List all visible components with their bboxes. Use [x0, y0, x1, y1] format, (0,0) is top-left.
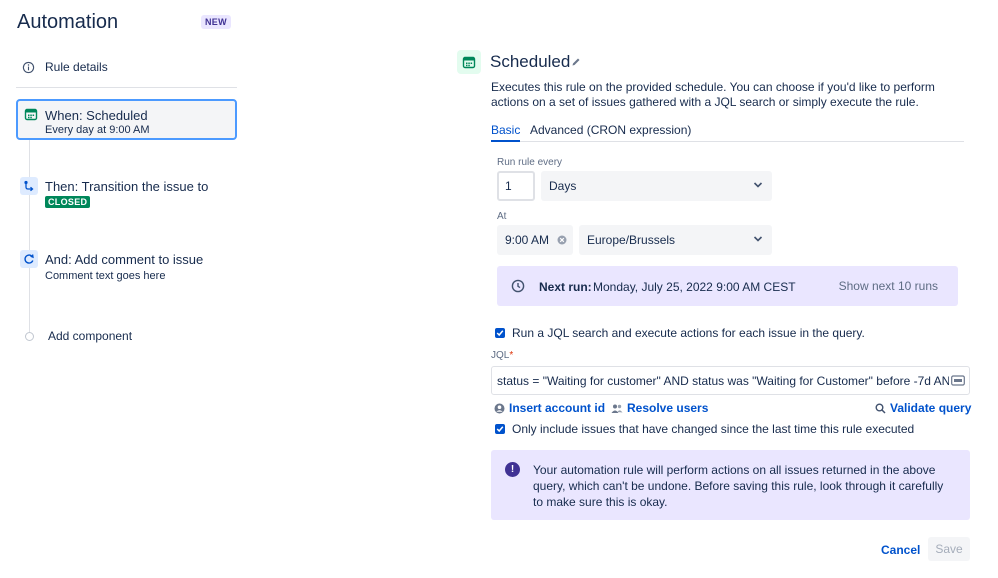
resolve-users-link[interactable]: Resolve users [611, 401, 708, 415]
divider [16, 87, 237, 88]
panel-title: Scheduled [490, 52, 571, 71]
page-title: Automation [17, 11, 119, 33]
rule-details-label: Rule details [45, 60, 108, 74]
insert-account-id-label: Insert account id [509, 401, 606, 415]
comment-title: And: Add comment to issue [45, 252, 204, 267]
timezone-value: Europe/Brussels [587, 233, 676, 247]
tab-bar: Basic Advanced (CRON expression) [491, 123, 964, 142]
cancel-button[interactable]: Cancel [877, 539, 924, 561]
validate-query-link[interactable]: Validate query [875, 401, 971, 415]
trigger-component-card[interactable]: When: Scheduled Every day at 9:00 AM [16, 99, 237, 140]
jql-checkbox[interactable] [495, 328, 505, 338]
tab-basic[interactable]: Basic [491, 123, 521, 142]
run-every-unit-value: Days [549, 179, 577, 193]
comment-subtitle: Comment text goes here [45, 270, 166, 282]
next-run-panel: Next run: Monday, July 25, 2022 9:00 AM … [497, 266, 958, 306]
status-badge: CLOSED [45, 196, 91, 208]
at-label: At [497, 211, 507, 222]
jql-label-text: JQL [491, 350, 510, 361]
run-every-input[interactable]: 1 [497, 171, 535, 201]
chevron-down-icon [753, 236, 763, 242]
clear-icon[interactable] [557, 235, 567, 245]
chevron-down-icon [753, 182, 763, 188]
show-next-runs-button[interactable]: Show next 10 runs [839, 279, 938, 293]
trigger-title: When: Scheduled [45, 108, 148, 123]
transition-icon [20, 177, 38, 195]
warning-text: Your automation rule will perform action… [533, 463, 944, 509]
only-changed-checkbox[interactable] [495, 424, 505, 434]
jql-input[interactable]: status = "Waiting for customer" AND stat… [491, 366, 970, 395]
save-button[interactable]: Save [928, 537, 970, 561]
exclamation-icon: ! [505, 462, 520, 477]
add-dot-icon [25, 331, 34, 341]
insert-account-id-link[interactable]: Insert account id [494, 401, 605, 415]
comment-icon [20, 250, 38, 268]
calendar-icon [24, 108, 38, 121]
rule-details-link[interactable]: Rule details [22, 60, 108, 74]
search-icon [875, 403, 886, 414]
trigger-subtitle: Every day at 9:00 AM [45, 124, 150, 136]
time-value: 9:00 AM [505, 233, 550, 247]
pencil-icon[interactable] [571, 57, 581, 67]
resolve-users-label: Resolve users [627, 401, 709, 415]
tab-advanced[interactable]: Advanced (CRON expression) [530, 123, 691, 142]
users-icon [611, 404, 623, 413]
jql-checkbox-label: Run a JQL search and execute actions for… [512, 326, 865, 340]
run-every-label: Run rule every [497, 157, 563, 168]
run-every-unit-select[interactable]: Days [541, 171, 772, 201]
validate-query-label: Validate query [890, 401, 972, 415]
add-component-label: Add component [48, 329, 133, 343]
new-badge: NEW [201, 15, 231, 29]
only-changed-label: Only include issues that have changed si… [512, 422, 915, 436]
panel-description: Executes this rule on the provided sched… [491, 80, 935, 109]
jql-value: status = "Waiting for customer" AND stat… [497, 374, 970, 388]
timezone-select[interactable]: Europe/Brussels [579, 225, 772, 255]
transition-title: Then: Transition the issue to [45, 179, 209, 194]
warning-panel: ! Your automation rule will perform acti… [491, 450, 970, 520]
jql-field-label: JQL* [491, 350, 513, 361]
clock-icon [511, 279, 525, 293]
time-picker[interactable]: 9:00 AM [497, 225, 573, 255]
add-component-button[interactable]: Add component [25, 329, 132, 343]
next-run-value: Monday, July 25, 2022 9:00 AM CEST [593, 280, 796, 294]
info-icon [22, 61, 35, 73]
check-icon [496, 330, 504, 337]
component-connector-line [29, 140, 30, 332]
next-run-label: Next run: [539, 280, 592, 294]
keyboard-icon[interactable] [949, 373, 969, 389]
check-icon [496, 426, 504, 433]
user-icon [494, 403, 505, 413]
calendar-icon [457, 50, 481, 74]
required-marker: * [509, 350, 514, 361]
